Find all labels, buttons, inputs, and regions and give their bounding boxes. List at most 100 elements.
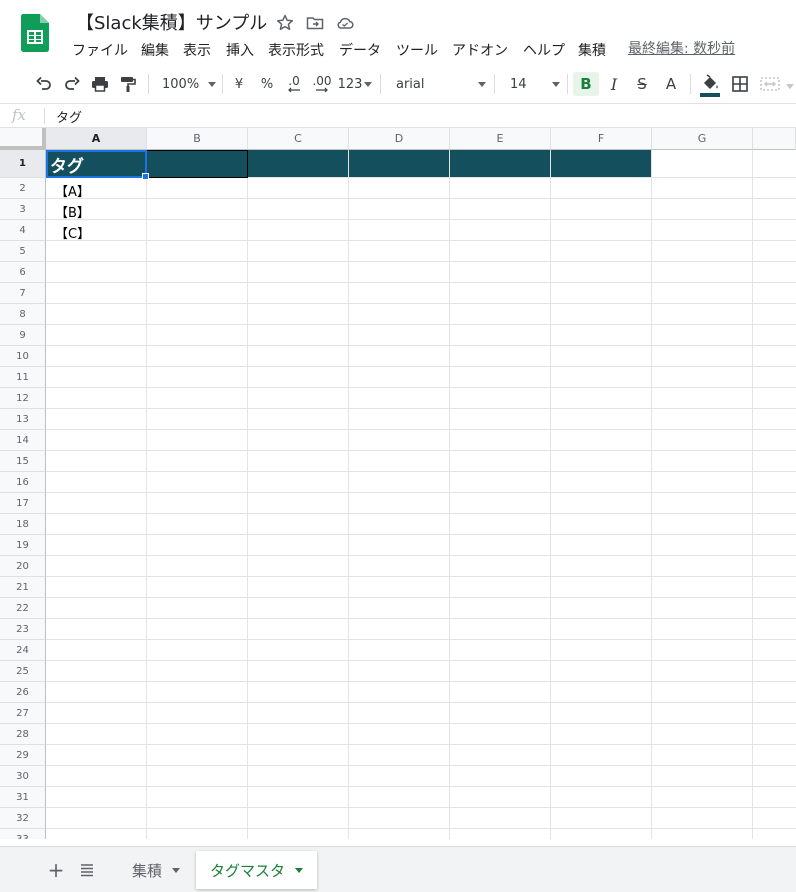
percent-format-button[interactable]: % bbox=[257, 74, 277, 94]
borders-icon[interactable] bbox=[730, 74, 750, 94]
menu-tools[interactable]: ツール bbox=[396, 40, 438, 60]
cloud-saved-icon[interactable] bbox=[335, 13, 355, 33]
row-header-2[interactable]: 2 bbox=[0, 178, 46, 199]
arrow-right-icon bbox=[316, 87, 328, 93]
font-size-select[interactable]: 14 bbox=[502, 74, 560, 94]
cell-a3[interactable]: 【B】 bbox=[55, 202, 90, 221]
paint-format-icon[interactable] bbox=[118, 74, 138, 94]
menu-edit[interactable]: 編集 bbox=[141, 40, 169, 60]
row-header-30[interactable]: 30 bbox=[0, 766, 46, 787]
row-header-5[interactable]: 5 bbox=[0, 241, 46, 262]
row-header-6[interactable]: 6 bbox=[0, 262, 46, 283]
column-header-b[interactable]: B bbox=[147, 128, 248, 150]
chevron-down-icon[interactable] bbox=[172, 867, 181, 873]
document-title[interactable]: 【Slack集積】サンプル bbox=[76, 9, 267, 35]
row-header-31[interactable]: 31 bbox=[0, 787, 46, 808]
sheets-logo-icon[interactable] bbox=[21, 14, 49, 52]
menu-view[interactable]: 表示 bbox=[183, 40, 211, 60]
row-header-17[interactable]: 17 bbox=[0, 493, 46, 514]
fill-handle[interactable] bbox=[142, 173, 149, 180]
column-header-c[interactable]: C bbox=[248, 128, 349, 150]
cell-b1-border[interactable] bbox=[146, 150, 248, 178]
number-format-select[interactable]: 123 bbox=[337, 74, 373, 94]
bold-button[interactable]: B bbox=[573, 72, 599, 96]
move-folder-icon[interactable] bbox=[305, 13, 325, 33]
column-header-overflow[interactable] bbox=[753, 128, 796, 150]
row-header-29[interactable]: 29 bbox=[0, 745, 46, 766]
row-header-19[interactable]: 19 bbox=[0, 535, 46, 556]
row-header-4[interactable]: 4 bbox=[0, 220, 46, 241]
row-header-18[interactable]: 18 bbox=[0, 514, 46, 535]
row-header-8[interactable]: 8 bbox=[0, 304, 46, 325]
row-header-9[interactable]: 9 bbox=[0, 325, 46, 346]
add-sheet-icon[interactable]: + bbox=[46, 858, 66, 882]
row-header-16[interactable]: 16 bbox=[0, 472, 46, 493]
column-header-d[interactable]: D bbox=[349, 128, 450, 150]
row-header-12[interactable]: 12 bbox=[0, 388, 46, 409]
row-header-10[interactable]: 10 bbox=[0, 346, 46, 367]
row-header-24[interactable]: 24 bbox=[0, 640, 46, 661]
row-header-11[interactable]: 11 bbox=[0, 367, 46, 388]
title-bar: 【Slack集積】サンプル ファイル 編集 表示 挿入 表示形式 データ ツール… bbox=[0, 0, 796, 64]
strikethrough-button[interactable]: S bbox=[632, 74, 652, 94]
fill-color-icon[interactable] bbox=[699, 72, 721, 98]
row-header-13[interactable]: 13 bbox=[0, 409, 46, 430]
all-sheets-icon[interactable] bbox=[77, 860, 97, 880]
sheet-tab-aggregate[interactable]: 集積 bbox=[118, 851, 194, 889]
font-select[interactable]: arial bbox=[390, 74, 486, 94]
decrease-decimal-button[interactable]: .0 bbox=[283, 74, 305, 94]
undo-icon[interactable] bbox=[34, 74, 54, 94]
chevron-down-icon[interactable] bbox=[295, 867, 304, 873]
row-header-3[interactable]: 3 bbox=[0, 199, 46, 220]
italic-button[interactable]: I bbox=[604, 74, 624, 94]
menu-help[interactable]: ヘルプ bbox=[523, 40, 565, 60]
italic-label: I bbox=[610, 74, 618, 94]
menu-insert[interactable]: 挿入 bbox=[226, 40, 254, 60]
row-header-7[interactable]: 7 bbox=[0, 283, 46, 304]
column-header-a[interactable]: A bbox=[46, 128, 147, 150]
arrow-left-icon bbox=[288, 87, 300, 93]
row-header-21[interactable]: 21 bbox=[0, 577, 46, 598]
row-header-23[interactable]: 23 bbox=[0, 619, 46, 640]
row-header-27[interactable]: 27 bbox=[0, 703, 46, 724]
last-edit-status[interactable]: 最終編集: 数秒前 bbox=[628, 38, 735, 58]
row-header-20[interactable]: 20 bbox=[0, 556, 46, 577]
currency-format-button[interactable]: ¥ bbox=[229, 74, 249, 94]
increase-decimal-button[interactable]: .00 bbox=[310, 74, 334, 94]
print-icon[interactable] bbox=[90, 74, 110, 94]
row-header-26[interactable]: 26 bbox=[0, 682, 46, 703]
zoom-select[interactable]: 100% bbox=[156, 74, 216, 94]
row-header-1[interactable]: 1 bbox=[0, 150, 46, 178]
menu-aggregate[interactable]: 集積 bbox=[578, 40, 606, 60]
text-color-button[interactable]: A bbox=[661, 74, 681, 94]
row-header-32[interactable]: 32 bbox=[0, 808, 46, 829]
formula-input[interactable]: タグ bbox=[56, 107, 82, 126]
sheet-tab-tag-master[interactable]: タグマスタ bbox=[196, 851, 318, 889]
menu-format[interactable]: 表示形式 bbox=[268, 40, 324, 60]
row-header-15[interactable]: 15 bbox=[0, 451, 46, 472]
number-format-label: 123 bbox=[337, 76, 363, 92]
row-header-25[interactable]: 25 bbox=[0, 661, 46, 682]
menu-file[interactable]: ファイル bbox=[72, 40, 128, 60]
merge-cells-icon[interactable] bbox=[759, 74, 781, 94]
row-gridline bbox=[46, 408, 796, 409]
cell-area[interactable]: タグ 【A】 【B】 【C】 bbox=[46, 150, 796, 839]
formula-bar: fx タグ bbox=[0, 104, 796, 128]
column-header-g[interactable]: G bbox=[652, 128, 753, 150]
column-header-e[interactable]: E bbox=[450, 128, 551, 150]
row-header-22[interactable]: 22 bbox=[0, 598, 46, 619]
cell-a4[interactable]: 【C】 bbox=[55, 223, 90, 242]
star-icon[interactable] bbox=[275, 13, 295, 33]
row-header-33[interactable]: 33 bbox=[0, 829, 46, 839]
chevron-down-icon[interactable] bbox=[786, 84, 794, 89]
row-header-28[interactable]: 28 bbox=[0, 724, 46, 745]
redo-icon[interactable] bbox=[62, 74, 82, 94]
row-gridline bbox=[46, 513, 796, 514]
menu-addons[interactable]: アドオン bbox=[452, 40, 508, 60]
row-header-14[interactable]: 14 bbox=[0, 430, 46, 451]
select-all-corner[interactable] bbox=[0, 128, 46, 150]
column-header-f[interactable]: F bbox=[551, 128, 652, 150]
cell-a2[interactable]: 【A】 bbox=[55, 181, 90, 200]
row-gridline bbox=[46, 807, 796, 808]
menu-data[interactable]: データ bbox=[339, 40, 381, 60]
